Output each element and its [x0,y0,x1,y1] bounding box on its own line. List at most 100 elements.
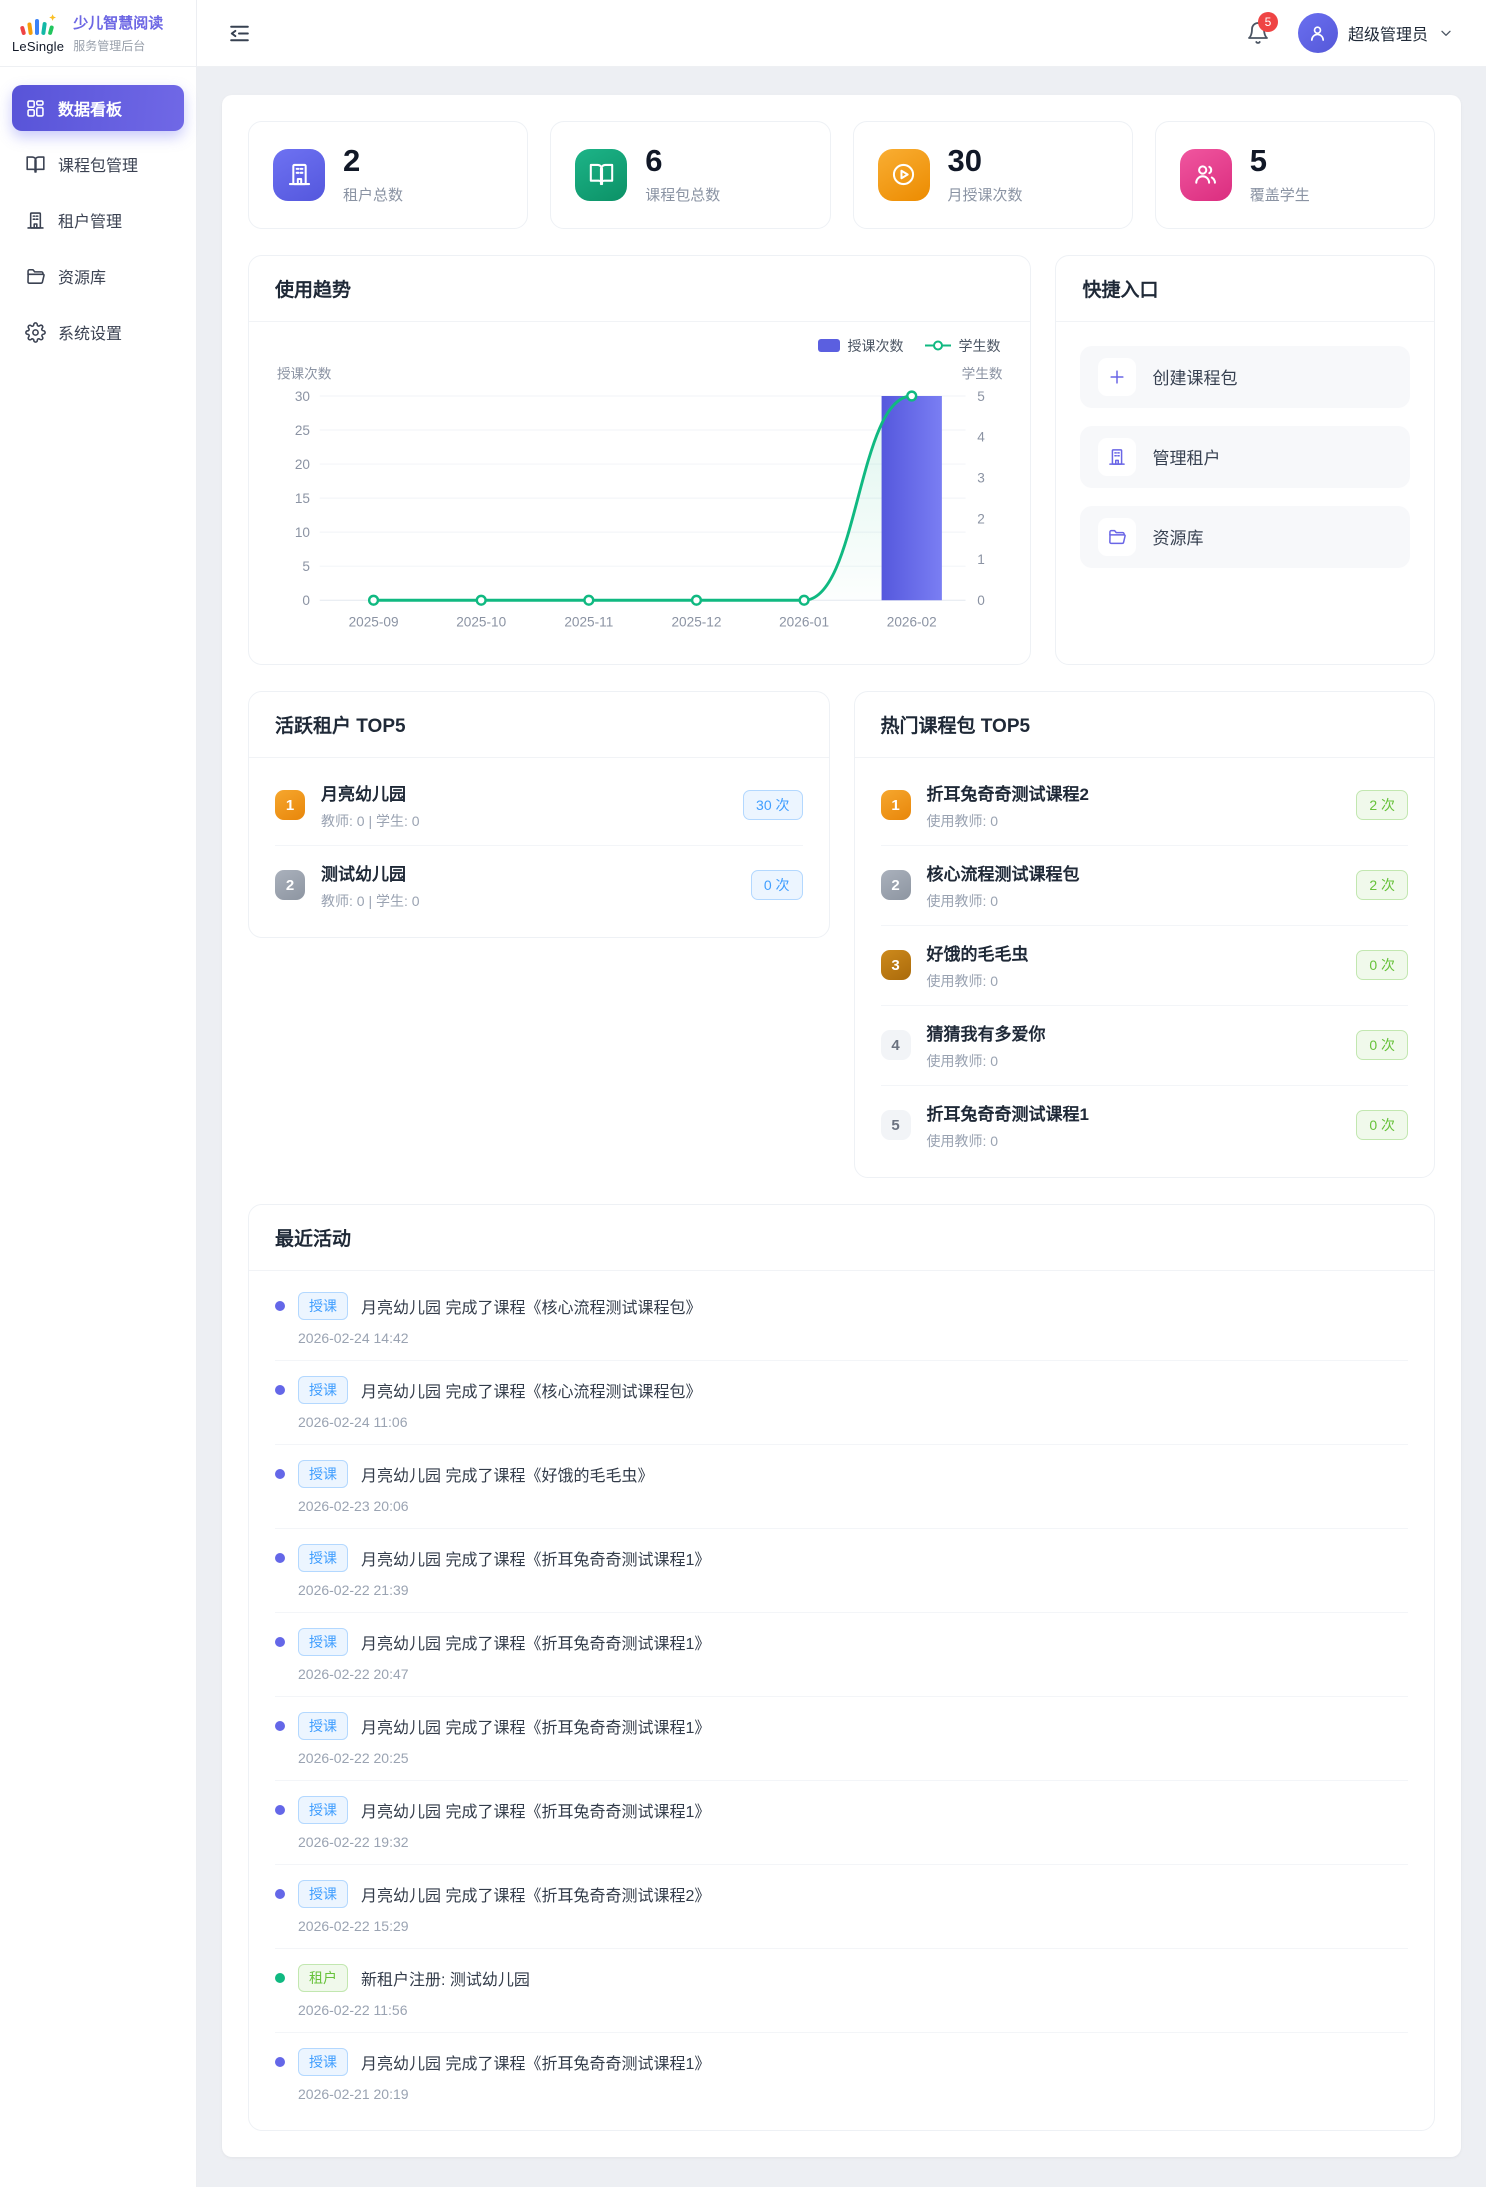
line-legend-marker-icon [925,339,951,352]
svg-text:0: 0 [302,593,310,608]
quick-link-manage-tenants[interactable]: 管理租户 [1080,426,1410,488]
logo-bars-icon [18,13,58,39]
sidebar-collapse-button[interactable] [227,21,252,46]
hot-packages-card: 热门课程包 TOP5 1折耳兔奇奇测试课程2使用教师: 02 次2核心流程测试课… [854,691,1436,1178]
activity-line: 授课月亮幼儿园 完成了课程《核心流程测试课程包》 [275,1292,1408,1320]
activity-dot [275,1469,285,1479]
logo-mark: LeSingle [12,13,64,54]
usage-trend-body: 授课次数学生数 授课次数学生数0510152025300123452025-09… [249,322,1030,664]
stat-texts: 2租户总数 [343,145,403,205]
activity-text: 月亮幼儿园 完成了课程《折耳兔奇奇测试课程1》 [361,2050,710,2074]
item-name: 折耳兔奇奇测试课程2 [927,780,1089,805]
item-name: 核心流程测试课程包 [927,860,1080,885]
quick-link-label: 创建课程包 [1152,364,1237,389]
item-texts: 折耳兔奇奇测试课程2 使用教师: 0 [927,780,1089,831]
building-icon [25,210,46,231]
stat-texts: 30月授课次数 [948,145,1023,205]
activity-time: 2026-02-22 20:25 [298,1750,1408,1766]
svg-text:1: 1 [977,552,985,567]
item-sub: 使用教师: 0 [927,1051,1046,1071]
usage-trend-title: 使用趋势 [249,256,1030,322]
activity-line: 授课月亮幼儿园 完成了课程《折耳兔奇奇测试课程2》 [275,1880,1408,1908]
activity-tag: 授课 [298,1376,348,1404]
activity-dot [275,1637,285,1647]
count-badge: 0 次 [1356,1030,1408,1060]
activity-time: 2026-02-22 19:32 [298,1834,1408,1850]
sidebar-item-resources[interactable]: 资源库 [12,253,184,299]
activity-dot [275,2057,285,2067]
count-badge: 2 次 [1356,790,1408,820]
stat-value: 2 [343,145,403,178]
item-name: 测试幼儿园 [321,860,420,885]
app-title: 少儿智慧阅读 [73,12,163,33]
play-circle-icon [878,149,930,201]
folder-icon [25,266,46,287]
chevron-down-icon [1438,25,1454,41]
activity-row: 租户新租户注册: 测试幼儿园2026-02-22 11:56 [275,1949,1408,2033]
sidebar-menu: 数据看板课程包管理租户管理资源库系统设置 [0,67,196,373]
usage-trend-chart: 授课次数学生数0510152025300123452025-092025-102… [275,356,1004,648]
main-area: 5 超级管理员 2租户总数6课程包总数30月授课次数5覆盖学生 使用趋势 [197,0,1486,2187]
svg-text:4: 4 [977,429,985,444]
stat-value: 6 [645,145,720,178]
dashboard-icon [25,98,46,119]
activity-text: 月亮幼儿园 完成了课程《核心流程测试课程包》 [361,1294,701,1318]
notification-button[interactable]: 5 [1246,21,1270,45]
hot-packages-title: 热门课程包 TOP5 [855,692,1435,758]
item-name: 猜猜我有多爱你 [927,1020,1046,1045]
sidebar-item-tenants[interactable]: 租户管理 [12,197,184,243]
svg-text:2025-11: 2025-11 [564,614,613,629]
package-row: 2核心流程测试课程包使用教师: 02 次 [881,846,1409,926]
activity-dot [275,1805,285,1815]
sidebar-item-label: 系统设置 [58,320,122,344]
activity-tag: 授课 [298,1460,348,1488]
stat-label: 课程包总数 [645,184,720,205]
activity-row: 授课月亮幼儿园 完成了课程《核心流程测试课程包》2026-02-24 11:06 [275,1361,1408,1445]
activity-tag: 授课 [298,2048,348,2076]
legend-label: 授课次数 [847,336,903,356]
stat-cards-row: 2租户总数6课程包总数30月授课次数5覆盖学生 [248,121,1435,229]
activity-time: 2026-02-24 14:42 [298,1330,1408,1346]
charts-row: 使用趋势 授课次数学生数 授课次数学生数05101520253001234520… [248,255,1435,665]
legend-item-sessions[interactable]: 授课次数 [818,336,903,356]
activity-text: 月亮幼儿园 完成了课程《折耳兔奇奇测试课程1》 [361,1546,710,1570]
rank-badge: 1 [881,790,911,820]
sidebar-item-course-packages[interactable]: 课程包管理 [12,141,184,187]
svg-text:2026-01: 2026-01 [779,614,829,629]
quick-link-label: 资源库 [1152,524,1203,549]
stat-value: 5 [1250,145,1310,178]
sidebar-item-label: 课程包管理 [58,152,138,176]
item-name: 好饿的毛毛虫 [927,940,1029,965]
svg-text:授课次数: 授课次数 [277,366,332,381]
tenant-row: 2测试幼儿园教师: 0 | 学生: 00 次 [275,846,803,925]
count-badge: 30 次 [743,790,802,820]
book-icon [575,149,627,201]
sidebar-item-label: 资源库 [58,264,106,288]
svg-text:30: 30 [295,388,311,403]
user-menu[interactable]: 超级管理员 [1298,13,1454,53]
quick-link-resource-library[interactable]: 资源库 [1080,506,1410,568]
active-tenants-title: 活跃租户 TOP5 [249,692,829,758]
content-panel: 2租户总数6课程包总数30月授课次数5覆盖学生 使用趋势 授课次数学生数 授课次… [222,95,1461,2157]
recent-activity-title: 最近活动 [249,1205,1434,1271]
item-name: 月亮幼儿园 [321,780,420,805]
count-badge: 2 次 [1356,870,1408,900]
logo: LeSingle 少儿智慧阅读 服务管理后台 [0,0,196,67]
building-icon [273,149,325,201]
header: 5 超级管理员 [197,0,1486,67]
sidebar-item-dashboard[interactable]: 数据看板 [12,85,184,131]
sidebar-item-settings[interactable]: 系统设置 [12,309,184,355]
sidebar: LeSingle 少儿智慧阅读 服务管理后台 数据看板课程包管理租户管理资源库系… [0,0,197,2187]
activity-row: 授课月亮幼儿园 完成了课程《折耳兔奇奇测试课程1》2026-02-22 19:3… [275,1781,1408,1865]
svg-text:15: 15 [295,491,310,506]
svg-text:2025-09: 2025-09 [349,614,399,629]
item-sub: 使用教师: 0 [927,971,1029,991]
item-texts: 猜猜我有多爱你使用教师: 0 [927,1020,1046,1071]
legend-item-students[interactable]: 学生数 [925,336,1000,356]
item-sub: 使用教师: 0 [927,811,1089,831]
logo-text: LeSingle [12,39,64,54]
quick-link-create-package[interactable]: 创建课程包 [1080,346,1410,408]
book-icon [25,154,46,175]
stat-card-tenants: 2租户总数 [248,121,528,229]
activity-line: 授课月亮幼儿园 完成了课程《折耳兔奇奇测试课程1》 [275,2048,1408,2076]
